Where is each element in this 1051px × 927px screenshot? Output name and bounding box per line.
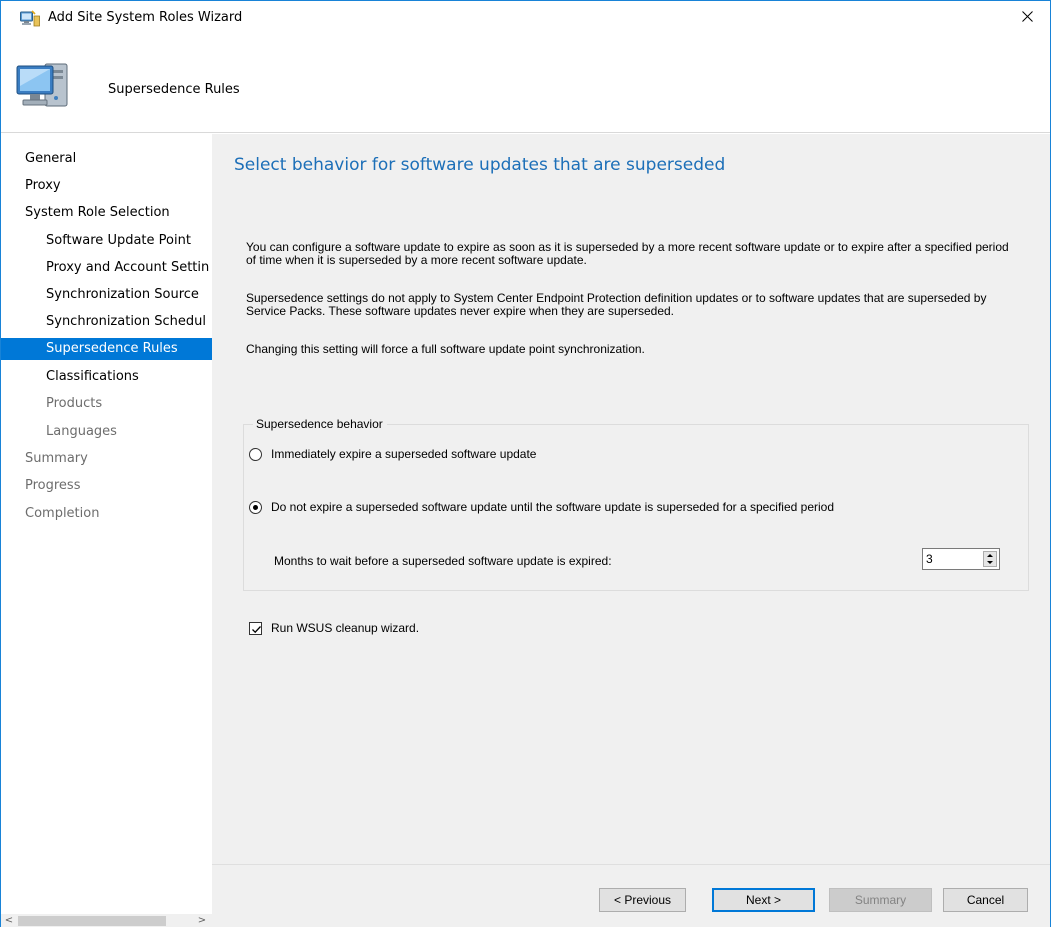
nav-item-synchronization-source[interactable]: Synchronization Source — [1, 284, 212, 306]
nav-item-proxy[interactable]: Proxy — [1, 175, 212, 197]
radio-immediately-expire[interactable]: Immediately expire a superseded software… — [249, 446, 536, 462]
close-icon — [1022, 11, 1033, 22]
wizard-nav: General Proxy System Role Selection Soft… — [1, 134, 212, 914]
checkbox-checked[interactable] — [249, 621, 262, 635]
months-stepper[interactable] — [922, 548, 1000, 570]
wizard-footer: < Previous Next > Summary Cancel — [212, 864, 1050, 927]
nav-item-classifications[interactable]: Classifications — [1, 366, 212, 388]
radio-button[interactable] — [249, 447, 262, 461]
radio-label: Immediately expire a superseded software… — [271, 447, 537, 461]
nav-item-proxy-and-account-settings[interactable]: Proxy and Account Settin — [1, 257, 212, 279]
nav-item-supersedence-rules[interactable]: Supersedence Rules — [1, 338, 212, 360]
radio-expire-after-period[interactable]: Do not expire a superseded software upda… — [249, 499, 834, 515]
nav-item-progress: Progress — [25, 478, 81, 493]
group-legend: Supersedence behavior — [253, 417, 387, 431]
checkmark-icon — [252, 625, 261, 633]
description-paragraph-1: You can configure a software update to e… — [246, 240, 1009, 267]
content-panel: Select behavior for software updates tha… — [212, 134, 1050, 864]
months-input[interactable] — [923, 549, 979, 569]
months-to-wait-label: Months to wait before a superseded softw… — [274, 554, 612, 568]
stepper-buttons — [983, 551, 997, 567]
nav-item-summary: Summary — [25, 451, 88, 466]
scrollbar-thumb[interactable] — [18, 916, 166, 926]
checkbox-label: Run WSUS cleanup wizard. — [271, 621, 420, 635]
description-paragraph-2: Supersedence settings do not apply to Sy… — [246, 291, 987, 318]
header-title: Supersedence Rules — [108, 82, 240, 97]
nav-item-software-update-point[interactable]: Software Update Point — [1, 230, 212, 252]
scroll-left-icon[interactable]: < — [1, 914, 17, 927]
scroll-right-icon[interactable]: > — [194, 914, 210, 927]
wsus-cleanup-checkbox[interactable]: Run WSUS cleanup wizard. — [249, 620, 419, 636]
nav-item-completion: Completion — [25, 506, 100, 521]
title-bar: Add Site System Roles Wizard — [1, 1, 1050, 34]
stepper-up-icon[interactable] — [984, 552, 996, 559]
summary-button: Summary — [829, 888, 932, 912]
wizard-app-icon — [20, 10, 40, 28]
nav-item-products: Products — [46, 396, 103, 411]
description-paragraph-3: Changing this setting will force a full … — [246, 342, 645, 356]
previous-button[interactable]: < Previous — [599, 888, 686, 912]
stepper-down-icon[interactable] — [984, 559, 996, 566]
wizard-header: Supersedence Rules — [1, 34, 1050, 133]
page-title: Select behavior for software updates tha… — [234, 155, 726, 175]
close-button[interactable] — [1004, 1, 1050, 33]
cancel-button[interactable]: Cancel — [943, 888, 1028, 912]
nav-horizontal-scrollbar[interactable]: < > — [1, 914, 212, 927]
radio-button-selected[interactable] — [249, 500, 262, 514]
radio-label: Do not expire a superseded software upda… — [271, 500, 835, 514]
wizard-window: Add Site System Roles Wizard Supersedenc… — [0, 0, 1051, 927]
nav-item-general[interactable]: General — [1, 148, 212, 170]
window-title: Add Site System Roles Wizard — [48, 10, 243, 25]
nav-item-system-role-selection[interactable]: System Role Selection — [1, 202, 212, 224]
nav-item-languages: Languages — [46, 424, 117, 439]
next-button[interactable]: Next > — [712, 888, 815, 912]
nav-item-synchronization-schedule[interactable]: Synchronization Schedul — [1, 311, 212, 333]
computer-icon — [15, 56, 73, 114]
